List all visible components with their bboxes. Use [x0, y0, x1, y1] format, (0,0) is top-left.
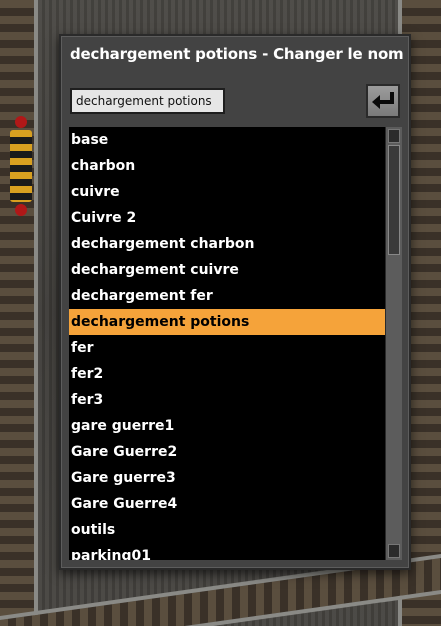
list-item[interactable]: dechargement fer	[69, 283, 385, 309]
scroll-up-arrow[interactable]	[388, 129, 400, 143]
scroll-down-arrow[interactable]	[388, 544, 400, 558]
station-name-input[interactable]	[70, 88, 225, 114]
station-list[interactable]: base charbon cuivre Cuivre 2 dechargemen…	[69, 127, 385, 560]
rail-track-left	[0, 0, 38, 626]
list-item[interactable]: fer3	[69, 387, 385, 413]
list-item[interactable]: gare guerre1	[69, 413, 385, 439]
list-item[interactable]: Gare Guerre2	[69, 439, 385, 465]
list-item[interactable]: dechargement charbon	[69, 231, 385, 257]
confirm-button[interactable]	[366, 84, 400, 118]
list-item[interactable]: base	[69, 127, 385, 153]
enter-return-icon	[372, 92, 394, 109]
list-item[interactable]: charbon	[69, 153, 385, 179]
rail-signal-icon	[10, 116, 32, 216]
list-item-selected[interactable]: dechargement potions	[69, 309, 385, 335]
list-item[interactable]: fer2	[69, 361, 385, 387]
list-item[interactable]: cuivre	[69, 179, 385, 205]
list-item[interactable]: parking01	[69, 543, 385, 560]
list-scrollbar[interactable]	[385, 127, 402, 560]
scroll-thumb[interactable]	[388, 145, 400, 255]
list-item[interactable]: Gare guerre3	[69, 465, 385, 491]
list-item[interactable]: Cuivre 2	[69, 205, 385, 231]
rename-dialog: dechargement potions - Changer le nom ba…	[59, 34, 411, 570]
list-item[interactable]: outils	[69, 517, 385, 543]
list-item[interactable]: fer	[69, 335, 385, 361]
list-item[interactable]: dechargement cuivre	[69, 257, 385, 283]
list-item[interactable]: Gare Guerre4	[69, 491, 385, 517]
dialog-title: dechargement potions - Changer le nom	[70, 45, 404, 63]
